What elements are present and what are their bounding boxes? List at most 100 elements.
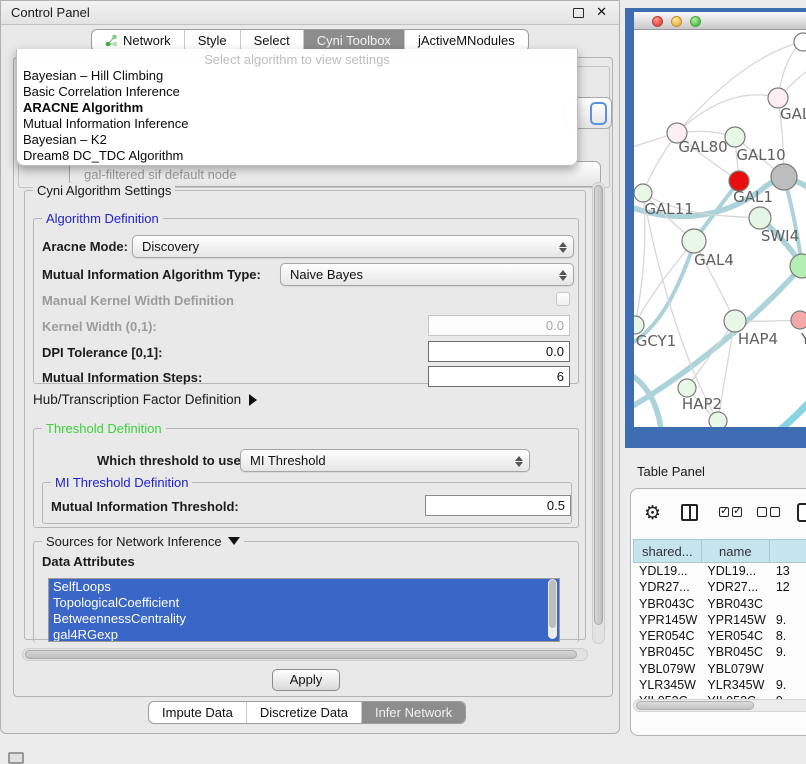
network-node-unlabeled[interactable] <box>709 412 727 427</box>
node-label-gal80: GAL80 <box>678 138 727 156</box>
dropdown-item-bayesian-k2[interactable]: Bayesian – K2 <box>17 132 577 148</box>
attribute-item-topologicalcoefficient[interactable]: TopologicalCoefficient <box>49 595 559 611</box>
table-cell: YBL079W <box>633 661 701 677</box>
network-canvas[interactable]: GALGAL80GAL10GAL1GAL11SWI4GAL4GCY1HAP4YH… <box>634 30 806 427</box>
data-attributes-list[interactable]: SelfLoopsTopologicalCoefficientBetweenne… <box>48 578 560 642</box>
tab-network[interactable]: Network <box>92 30 185 51</box>
which-threshold-combo[interactable]: MI Threshold <box>240 449 530 472</box>
dpi-tolerance-field[interactable] <box>428 341 570 362</box>
threshold-definition-group: Threshold Definition Which threshold to … <box>33 428 579 528</box>
tab-label: Impute Data <box>162 705 233 720</box>
aracne-mode-combo[interactable]: Discovery <box>132 235 574 258</box>
float-window-icon[interactable] <box>573 8 584 18</box>
table-cell <box>770 661 806 677</box>
threshold-definition-title: Threshold Definition <box>42 421 166 436</box>
dpi-tolerance-label: DPI Tolerance [0,1]: <box>42 345 162 360</box>
table-row[interactable]: YBL079WYBL079W <box>633 661 806 677</box>
table-cell: YDR27... <box>633 579 701 595</box>
mi-threshold-field[interactable] <box>425 495 571 516</box>
table-row[interactable]: YBR043CYBR043C <box>633 596 806 612</box>
bottom-tabbar: Impute Data Discretize DataInfer Network <box>148 701 466 724</box>
table-cell: 8. <box>770 628 806 644</box>
algorithm-definition-group: Algorithm Definition Aracne Mode: Discov… <box>33 218 579 384</box>
network-node-labels: GALGAL80GAL10GAL1GAL11SWI4GAL4GCY1HAP4YH… <box>636 105 806 413</box>
mi-algorithm-type-value: Naive Bayes <box>290 267 363 282</box>
gear-icon[interactable]: ⚙ <box>644 502 661 525</box>
network-node-hap4[interactable] <box>724 310 746 332</box>
table-cell: YDL19... <box>633 563 701 579</box>
sources-title[interactable]: Sources for Network Inference <box>42 534 244 549</box>
manual-kernel-width-checkbox[interactable] <box>556 292 570 306</box>
attribute-item-gal4rgexp[interactable]: gal4RGexp <box>49 627 559 642</box>
hub-transcription-factor-section[interactable]: Hub/Transcription Factor Definition <box>33 392 257 407</box>
column-header-name[interactable]: name <box>702 539 770 563</box>
table-row[interactable]: YPR145WYPR145W9. <box>633 612 806 628</box>
dropdown-item-basic-correlation-inference[interactable]: Basic Correlation Inference <box>17 84 577 100</box>
attribute-item-selfloops[interactable]: SelfLoops <box>49 579 559 595</box>
tab-select[interactable]: Select <box>241 30 304 51</box>
column-header-shared[interactable]: shared... <box>633 539 702 563</box>
list-scrollbar[interactable] <box>548 579 557 639</box>
table-row[interactable]: YER054CYER054C8. <box>633 628 806 644</box>
attribute-item-betweennesscentrality[interactable]: BetweennessCentrality <box>49 611 559 627</box>
tab-impute-data[interactable]: Impute Data <box>149 702 247 723</box>
network-view-window[interactable]: GALGAL80GAL10GAL1GAL11SWI4GAL4GCY1HAP4YH… <box>625 8 806 448</box>
network-node-gal4[interactable] <box>682 229 706 253</box>
dropdown-item-aracne-algorithm[interactable]: ARACNE Algorithm <box>17 100 577 116</box>
kernel-width-field[interactable] <box>428 315 570 336</box>
cyni-algorithm-settings-title: Cyni Algorithm Settings <box>33 183 175 198</box>
table-row[interactable]: YLR345WYLR345W9. <box>633 677 806 693</box>
column-layout-icon[interactable] <box>681 504 698 521</box>
dropdown-item-dream8-dc-tdc-algorithm[interactable]: Dream8 DC_TDC Algorithm <box>17 148 577 164</box>
dropdown-placeholder: Select algorithm to view settings <box>17 51 577 68</box>
new-table-icon[interactable] <box>797 503 806 522</box>
tab-discretize-data[interactable]: Discretize Data <box>247 702 362 723</box>
network-node-gal10[interactable] <box>725 127 745 147</box>
network-tab-icon <box>105 34 118 47</box>
network-window-titlebar[interactable] <box>634 12 806 30</box>
select-all-columns-icon[interactable] <box>719 507 742 517</box>
network-node-y[interactable] <box>791 311 806 329</box>
table-row[interactable]: YBR045CYBR045C9. <box>633 644 806 660</box>
tab-label: Cyni Toolbox <box>317 33 391 48</box>
table-cell: YBR045C <box>633 644 701 660</box>
tab-infer-network[interactable]: Infer Network <box>362 702 465 723</box>
control-panel-titlebar[interactable]: Control Panel ✕ <box>1 1 619 25</box>
dropdown-item-bayesian-hill-climbing[interactable]: Bayesian – Hill Climbing <box>17 68 577 84</box>
partial-corner-icon[interactable] <box>8 752 24 764</box>
mi-steps-field[interactable] <box>428 366 570 387</box>
network-node-unlabeled[interactable] <box>794 33 806 51</box>
mi-steps-label: Mutual Information Steps: <box>42 370 202 385</box>
collapse-arrow-icon[interactable] <box>228 537 240 545</box>
dropdown-items: Bayesian – Hill ClimbingBasic Correlatio… <box>17 68 577 164</box>
tab-style[interactable]: Style <box>185 30 241 51</box>
dropdown-item-mutual-information-inference[interactable]: Mutual Information Inference <box>17 116 577 132</box>
network-edge <box>677 95 778 133</box>
table-row[interactable]: YDR27...YDR27...12 <box>633 579 806 595</box>
deselect-all-columns-icon[interactable] <box>757 507 780 517</box>
table-panel: ⚙ shared...name YDL19...YDL19...13YDR27.… <box>630 488 806 736</box>
data-attributes-label: Data Attributes <box>42 554 135 569</box>
close-icon[interactable]: ✕ <box>596 4 607 20</box>
tab-cyni-toolbox[interactable]: Cyni Toolbox <box>304 30 405 51</box>
column-header-cut[interactable] <box>770 539 806 563</box>
table-cell: YBR043C <box>701 596 769 612</box>
mi-algorithm-type-combo[interactable]: Naive Bayes <box>280 263 574 286</box>
tab-jactivemnodules[interactable]: jActiveMNodules <box>405 30 528 51</box>
table-horizontal-scrollbar[interactable] <box>633 699 806 712</box>
table-cell: YBL079W <box>701 661 769 677</box>
mac-close-icon[interactable] <box>652 16 663 27</box>
apply-button[interactable]: Apply <box>272 669 340 691</box>
table-cell: 13 <box>770 563 806 579</box>
table-cell: YBR043C <box>633 596 701 612</box>
desktop: Control Panel ✕ Network Style Select Cyni T… <box>0 0 806 762</box>
network-node-unlabeled[interactable] <box>771 164 797 190</box>
expand-arrow-icon[interactable] <box>249 394 257 406</box>
settings-vertical-scrollbar[interactable] <box>592 182 605 644</box>
network-node-swi4[interactable] <box>749 207 771 229</box>
tab-label: Style <box>198 33 227 48</box>
mac-zoom-icon[interactable] <box>690 16 701 27</box>
mac-minimize-icon[interactable] <box>671 16 682 27</box>
table-row[interactable]: YDL19...YDL19...13 <box>633 563 806 579</box>
settings-horizontal-scrollbar[interactable] <box>22 648 588 661</box>
